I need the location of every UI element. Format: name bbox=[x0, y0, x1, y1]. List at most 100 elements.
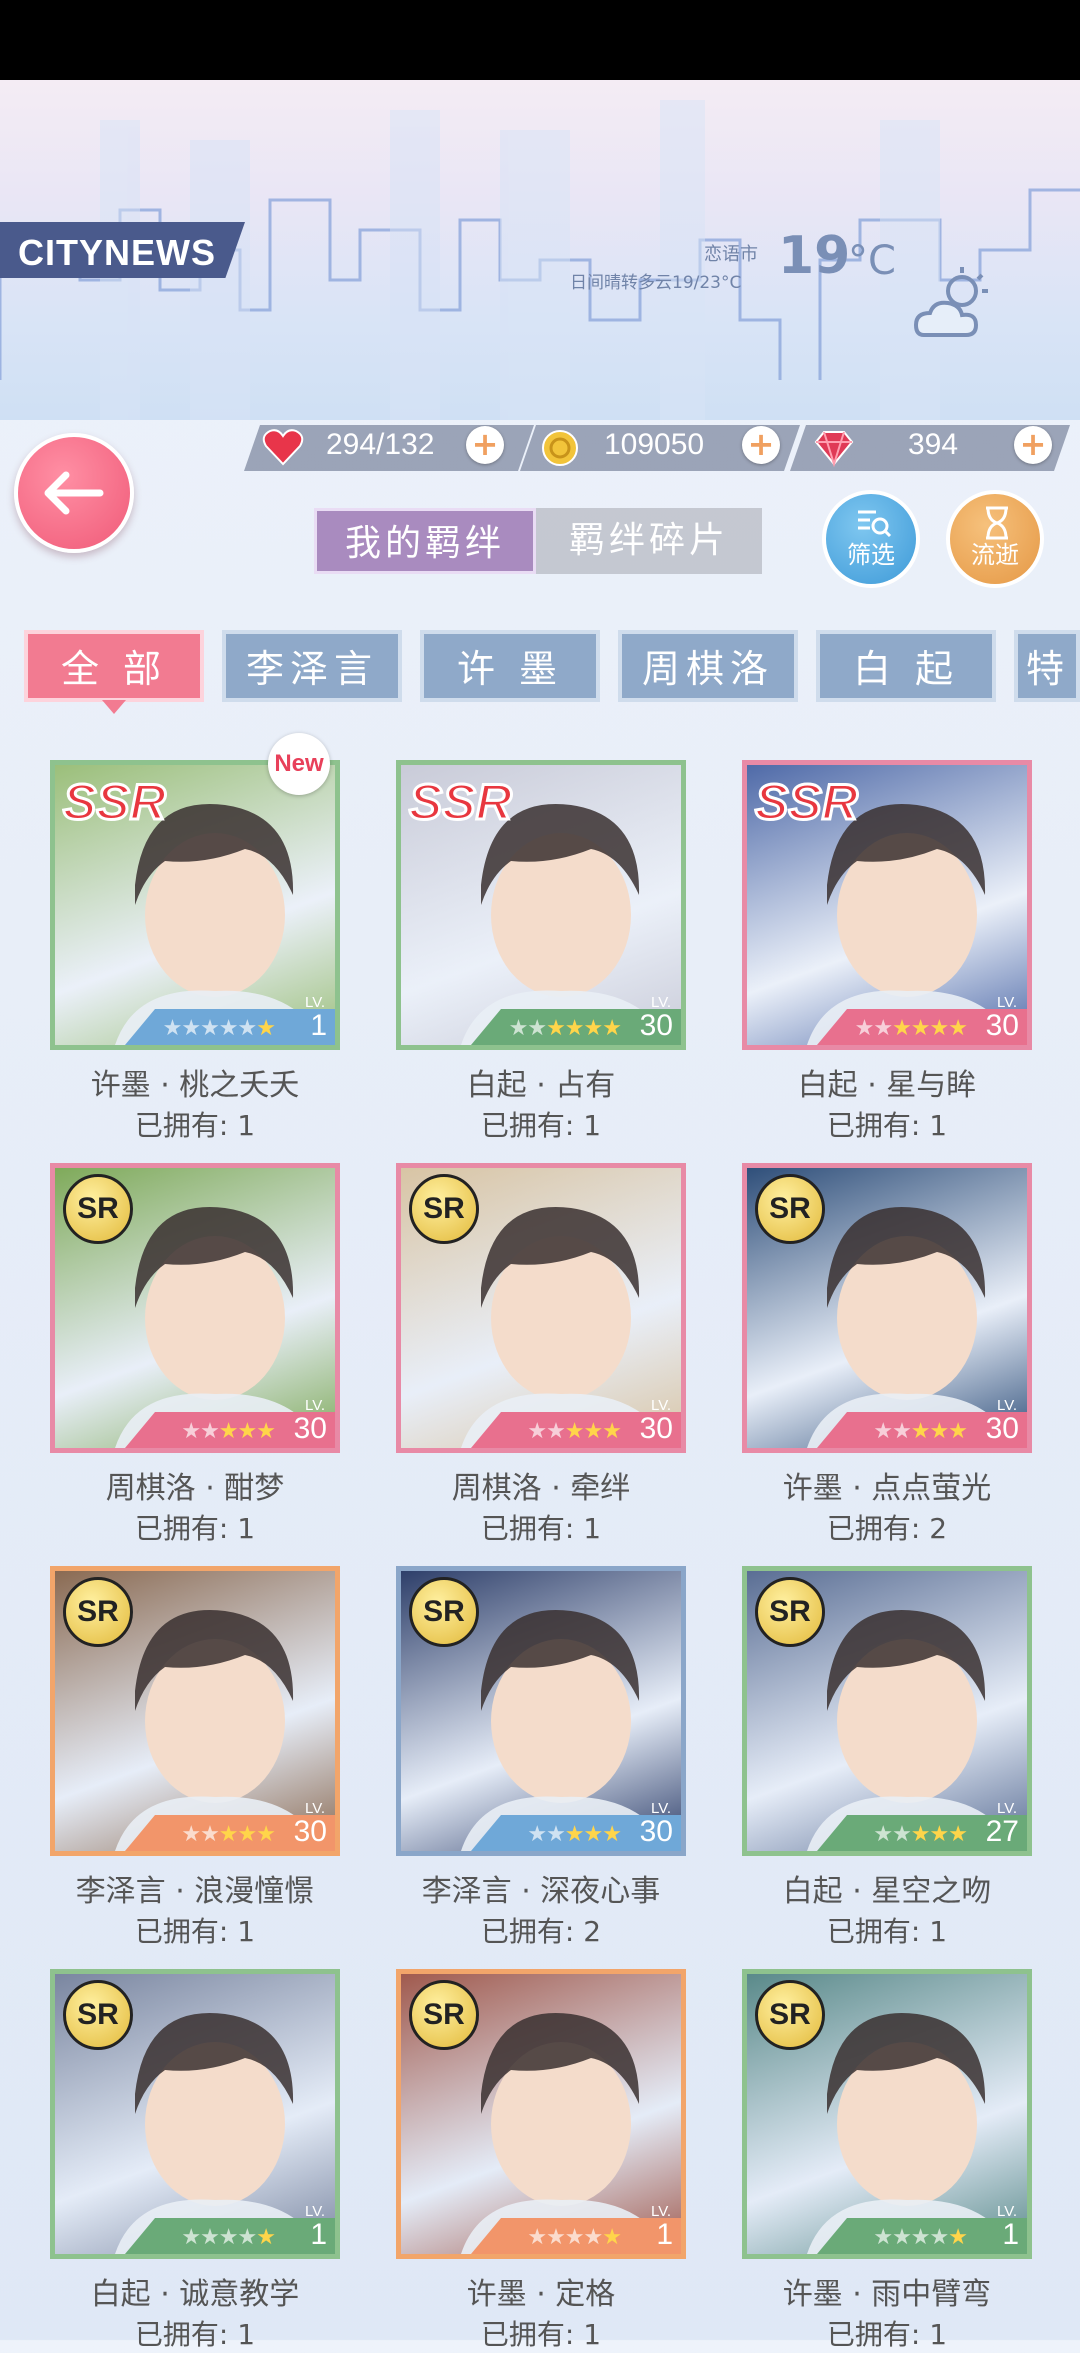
filter-button[interactable]: 筛选 bbox=[822, 490, 920, 588]
star-filled-icon: ★ bbox=[929, 1419, 950, 1444]
star-filled-icon: ★ bbox=[237, 1822, 258, 1847]
card-level: 1 bbox=[310, 1009, 327, 1042]
card-portrait[interactable]: SR ★★★★★ LV. 30 bbox=[742, 1163, 1032, 1453]
card-name: 周棋洛 · 牵绊 bbox=[451, 1471, 631, 1506]
category-all[interactable]: 全 部 bbox=[24, 630, 204, 714]
category-special[interactable]: 特殊 bbox=[1014, 630, 1080, 702]
flow-label: 流逝 bbox=[971, 541, 1019, 569]
star-rating: ★★★★★★ bbox=[163, 1016, 276, 1041]
card-owned-count: 已拥有: 2 bbox=[480, 1915, 602, 1948]
star-rating: ★★★★★ bbox=[873, 1822, 968, 1847]
star-filled-icon: ★ bbox=[948, 1822, 968, 1847]
back-button[interactable] bbox=[14, 433, 134, 553]
card-owned-count: 已拥有: 2 bbox=[826, 1512, 948, 1545]
star-filled-icon: ★ bbox=[218, 1822, 239, 1847]
star-filled-icon: ★ bbox=[256, 1016, 276, 1041]
sr-rarity-badge: SR bbox=[755, 1174, 825, 1244]
star-empty-icon: ★ bbox=[181, 2225, 201, 2250]
tab-my-bonds[interactable]: 我的羁绊 bbox=[314, 508, 536, 574]
weather-description: 日间晴转多云19/23°C bbox=[570, 273, 742, 293]
star-empty-icon: ★ bbox=[929, 2225, 950, 2250]
star-filled-icon: ★ bbox=[564, 1419, 585, 1444]
card-name: 白起 · 星与眸 bbox=[797, 1068, 977, 1103]
star-filled-icon: ★ bbox=[602, 1419, 622, 1444]
heart-icon bbox=[262, 429, 304, 466]
category-bai-qi[interactable]: 白 起 bbox=[816, 630, 996, 702]
star-rating: ★★★★★ bbox=[527, 2225, 622, 2250]
stamina-value: 294/132 bbox=[326, 428, 435, 461]
card-portrait[interactable]: SR ★★★★★ LV. 1 bbox=[396, 1969, 686, 2259]
add-stamina-button[interactable]: + bbox=[466, 426, 504, 464]
star-empty-icon: ★ bbox=[200, 2225, 220, 2250]
card-portrait[interactable]: SR ★★★★★ LV. 1 bbox=[742, 1969, 1032, 2259]
card-level: 30 bbox=[985, 1009, 1019, 1042]
star-filled-icon: ★ bbox=[546, 1016, 566, 1041]
sr-rarity-badge: SR bbox=[755, 1577, 825, 1647]
star-filled-icon: ★ bbox=[583, 1016, 604, 1041]
star-empty-icon: ★ bbox=[892, 1419, 912, 1444]
partly-cloudy-icon bbox=[913, 267, 988, 337]
star-rating: ★★★★★ bbox=[181, 1419, 276, 1444]
star-filled-icon: ★ bbox=[602, 2225, 622, 2250]
card-name: 许墨 · 桃之夭夭 bbox=[90, 1068, 300, 1103]
sr-rarity-badge: SR bbox=[409, 1577, 479, 1647]
add-gold-button[interactable]: + bbox=[742, 426, 780, 464]
star-empty-icon: ★ bbox=[910, 2225, 931, 2250]
card-portrait[interactable]: SSR ★★★★★★ LV. 1 bbox=[50, 760, 340, 1050]
diamond-value: 394 bbox=[908, 428, 959, 461]
card-portrait[interactable]: SR ★★★★★ LV. 30 bbox=[50, 1163, 340, 1453]
diamond-icon bbox=[814, 431, 854, 468]
star-rating: ★★★★★ bbox=[181, 1822, 276, 1847]
card-owned-count: 已拥有: 1 bbox=[826, 2318, 948, 2351]
star-empty-icon: ★ bbox=[892, 1822, 912, 1847]
star-filled-icon: ★ bbox=[948, 1016, 968, 1041]
star-rating: ★★★★★ bbox=[873, 1419, 968, 1444]
star-empty-icon: ★ bbox=[873, 1822, 893, 1847]
star-empty-icon: ★ bbox=[181, 1822, 201, 1847]
star-empty-icon: ★ bbox=[873, 2225, 893, 2250]
card-portrait[interactable]: SR ★★★★★ LV. 27 bbox=[742, 1566, 1032, 1856]
star-filled-icon: ★ bbox=[910, 1822, 931, 1847]
ssr-rarity-badge: SSR bbox=[408, 773, 514, 832]
card-level: 1 bbox=[656, 2218, 673, 2251]
card-owned-count: 已拥有: 1 bbox=[134, 1109, 256, 1142]
card-owned-count: 已拥有: 1 bbox=[480, 1109, 602, 1142]
tab-bond-fragments[interactable]: 羁绊碎片 bbox=[536, 508, 762, 574]
star-filled-icon: ★ bbox=[910, 1419, 931, 1444]
card-owned-count: 已拥有: 1 bbox=[480, 2318, 602, 2351]
card-portrait[interactable]: SSR ★★★★★★ LV. 30 bbox=[396, 760, 686, 1050]
star-empty-icon: ★ bbox=[181, 1419, 201, 1444]
back-arrow-icon bbox=[44, 471, 104, 515]
category-xu-mo[interactable]: 许 墨 bbox=[420, 630, 600, 702]
card-level: 30 bbox=[639, 1815, 673, 1848]
star-rating: ★★★★★ bbox=[181, 2225, 276, 2250]
star-empty-icon: ★ bbox=[892, 2225, 912, 2250]
star-filled-icon: ★ bbox=[948, 2225, 968, 2250]
card-portrait[interactable]: SR ★★★★★ LV. 30 bbox=[396, 1566, 686, 1856]
star-filled-icon: ★ bbox=[602, 1822, 622, 1847]
star-empty-icon: ★ bbox=[200, 1419, 220, 1444]
star-empty-icon: ★ bbox=[873, 1016, 893, 1041]
category-zhou-qiluo[interactable]: 周棋洛 bbox=[618, 630, 798, 702]
star-filled-icon: ★ bbox=[892, 1016, 912, 1041]
star-empty-icon: ★ bbox=[564, 2225, 585, 2250]
add-diamond-button[interactable]: + bbox=[1014, 426, 1052, 464]
card-level: 27 bbox=[985, 1815, 1019, 1848]
star-filled-icon: ★ bbox=[602, 1016, 622, 1041]
star-rating: ★★★★★ bbox=[527, 1419, 622, 1444]
star-empty-icon: ★ bbox=[583, 2225, 604, 2250]
flow-button[interactable]: 流逝 bbox=[946, 490, 1044, 588]
card-portrait[interactable]: SR ★★★★★ LV. 1 bbox=[50, 1969, 340, 2259]
card-portrait[interactable]: SR ★★★★★ LV. 30 bbox=[396, 1163, 686, 1453]
category-li-zeyan[interactable]: 李泽言 bbox=[222, 630, 402, 702]
sr-rarity-badge: SR bbox=[409, 1174, 479, 1244]
star-empty-icon: ★ bbox=[527, 1419, 547, 1444]
card-portrait[interactable]: SSR ★★★★★★ LV. 30 bbox=[742, 760, 1032, 1050]
star-empty-icon: ★ bbox=[181, 1016, 201, 1041]
star-empty-icon: ★ bbox=[237, 2225, 258, 2250]
sr-rarity-badge: SR bbox=[409, 1980, 479, 2050]
card-level: 1 bbox=[310, 2218, 327, 2251]
star-empty-icon: ★ bbox=[218, 1016, 239, 1041]
card-portrait[interactable]: SR ★★★★★ LV. 30 bbox=[50, 1566, 340, 1856]
new-badge: New bbox=[268, 733, 330, 795]
